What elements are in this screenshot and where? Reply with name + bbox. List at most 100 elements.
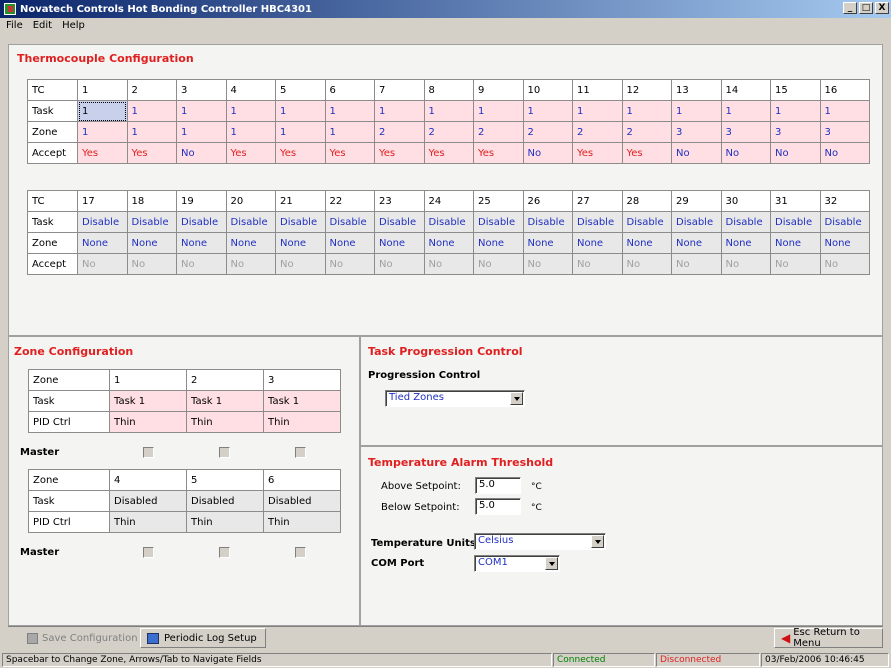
- tc-cell-zone[interactable]: 3: [819, 121, 870, 143]
- tc-cell-accept[interactable]: No: [126, 253, 177, 275]
- zone-cell-task[interactable]: Task 1: [109, 390, 187, 412]
- tc-cell-task[interactable]: 1: [324, 100, 375, 122]
- menu-help[interactable]: Help: [62, 20, 85, 31]
- chevron-down-icon[interactable]: [510, 392, 523, 405]
- tc-cell-accept[interactable]: Yes: [225, 142, 276, 164]
- zone-cell-task[interactable]: Task 1: [263, 390, 341, 412]
- master-checkbox-1[interactable]: [143, 447, 154, 458]
- save-configuration-button[interactable]: Save Configuration: [20, 628, 145, 648]
- progression-control-select[interactable]: Tied Zones: [385, 390, 525, 407]
- master-checkbox-2[interactable]: [219, 447, 230, 458]
- tc-cell-zone[interactable]: 1: [275, 121, 326, 143]
- tc-cell-accept[interactable]: No: [720, 253, 771, 275]
- tc-cell-zone[interactable]: None: [819, 232, 870, 254]
- tc-cell-accept[interactable]: Yes: [621, 142, 672, 164]
- tc-cell-task[interactable]: 1: [374, 100, 425, 122]
- tc-cell-zone[interactable]: None: [671, 232, 722, 254]
- zone-cell-pid[interactable]: Thin: [263, 411, 341, 433]
- tc-cell-task[interactable]: 1: [126, 100, 177, 122]
- menu-file[interactable]: File: [6, 20, 23, 31]
- master-checkbox-3[interactable]: [295, 447, 306, 458]
- tc-cell-accept[interactable]: Yes: [126, 142, 177, 164]
- master-checkbox-5[interactable]: [219, 547, 230, 558]
- tc-cell-task[interactable]: 1: [423, 100, 474, 122]
- tc-cell-accept[interactable]: No: [374, 253, 425, 275]
- tc-cell-task[interactable]: Disable: [522, 211, 573, 233]
- tc-cell-task[interactable]: Disable: [374, 211, 425, 233]
- tc-cell-accept[interactable]: No: [176, 253, 227, 275]
- tc-cell-task[interactable]: 1: [225, 100, 276, 122]
- tc-cell-zone[interactable]: None: [572, 232, 623, 254]
- tc-cell-zone[interactable]: None: [770, 232, 821, 254]
- tc-cell-accept[interactable]: Yes: [473, 142, 524, 164]
- tc-cell-accept[interactable]: No: [473, 253, 524, 275]
- tc-cell-accept[interactable]: Yes: [275, 142, 326, 164]
- tc-cell-task[interactable]: 1: [671, 100, 722, 122]
- tc-cell-accept[interactable]: No: [423, 253, 474, 275]
- minimize-button[interactable]: _: [843, 2, 857, 14]
- tc-cell-task[interactable]: 1: [522, 100, 573, 122]
- tc-cell-zone[interactable]: None: [423, 232, 474, 254]
- tc-cell-zone[interactable]: None: [374, 232, 425, 254]
- tc-cell-zone[interactable]: 2: [374, 121, 425, 143]
- tc-cell-task[interactable]: Disable: [572, 211, 623, 233]
- tc-cell-accept[interactable]: Yes: [374, 142, 425, 164]
- tc-cell-task[interactable]: Disable: [819, 211, 870, 233]
- tc-cell-accept[interactable]: No: [770, 142, 821, 164]
- tc-cell-zone[interactable]: None: [77, 232, 128, 254]
- tc-cell-zone[interactable]: 2: [522, 121, 573, 143]
- tc-cell-accept[interactable]: No: [275, 253, 326, 275]
- below-setpoint-input[interactable]: 5.0: [475, 498, 521, 515]
- zone-cell-task[interactable]: Disabled: [109, 490, 187, 512]
- tc-cell-accept[interactable]: Yes: [423, 142, 474, 164]
- tc-cell-task[interactable]: 1: [572, 100, 623, 122]
- tc-cell-task[interactable]: Disable: [324, 211, 375, 233]
- tc-cell-zone[interactable]: None: [275, 232, 326, 254]
- tc-cell-zone[interactable]: None: [720, 232, 771, 254]
- chevron-down-icon[interactable]: [591, 535, 604, 548]
- tc-cell-zone[interactable]: None: [225, 232, 276, 254]
- com-port-select[interactable]: COM1: [474, 555, 560, 572]
- menu-edit[interactable]: Edit: [33, 20, 52, 31]
- tc-cell-task[interactable]: Disable: [225, 211, 276, 233]
- zone-cell-task[interactable]: Disabled: [263, 490, 341, 512]
- tc-cell-accept[interactable]: No: [77, 253, 128, 275]
- zone-cell-pid[interactable]: Thin: [109, 411, 187, 433]
- tc-cell-accept[interactable]: No: [225, 253, 276, 275]
- tc-cell-accept[interactable]: No: [770, 253, 821, 275]
- tc-cell-task[interactable]: Disable: [77, 211, 128, 233]
- tc-cell-zone[interactable]: 3: [720, 121, 771, 143]
- tc-cell-accept[interactable]: No: [324, 253, 375, 275]
- tc-cell-accept[interactable]: No: [671, 253, 722, 275]
- tc-cell-zone[interactable]: 2: [621, 121, 672, 143]
- tc-cell-accept[interactable]: Yes: [572, 142, 623, 164]
- tc-cell-zone[interactable]: 1: [324, 121, 375, 143]
- zone-cell-pid[interactable]: Thin: [186, 511, 264, 533]
- tc-cell-accept[interactable]: No: [522, 253, 573, 275]
- tc-cell-zone[interactable]: 1: [126, 121, 177, 143]
- tc-cell-zone[interactable]: 1: [225, 121, 276, 143]
- tc-cell-zone[interactable]: None: [176, 232, 227, 254]
- tc-cell-zone[interactable]: 3: [671, 121, 722, 143]
- maximize-button[interactable]: □: [859, 2, 873, 14]
- tc-cell-accept[interactable]: No: [819, 253, 870, 275]
- tc-cell-accept[interactable]: No: [720, 142, 771, 164]
- tc-cell-accept[interactable]: No: [522, 142, 573, 164]
- tc-cell-zone[interactable]: 3: [770, 121, 821, 143]
- tc-cell-zone[interactable]: None: [522, 232, 573, 254]
- tc-cell-accept[interactable]: No: [671, 142, 722, 164]
- master-checkbox-4[interactable]: [143, 547, 154, 558]
- tc-cell-zone[interactable]: None: [621, 232, 672, 254]
- tc-cell-zone[interactable]: 1: [176, 121, 227, 143]
- tc-cell-accept[interactable]: No: [176, 142, 227, 164]
- master-checkbox-6[interactable]: [295, 547, 306, 558]
- tc-cell-task[interactable]: Disable: [473, 211, 524, 233]
- tc-cell-task[interactable]: 1: [473, 100, 524, 122]
- tc-cell-task[interactable]: Disable: [671, 211, 722, 233]
- temperature-units-select[interactable]: Celsius: [474, 533, 606, 550]
- tc-cell-task[interactable]: 1: [621, 100, 672, 122]
- above-setpoint-input[interactable]: 5.0: [475, 477, 521, 494]
- tc-cell-zone[interactable]: 2: [473, 121, 524, 143]
- tc-cell-task[interactable]: 1: [77, 100, 128, 122]
- tc-cell-task[interactable]: Disable: [423, 211, 474, 233]
